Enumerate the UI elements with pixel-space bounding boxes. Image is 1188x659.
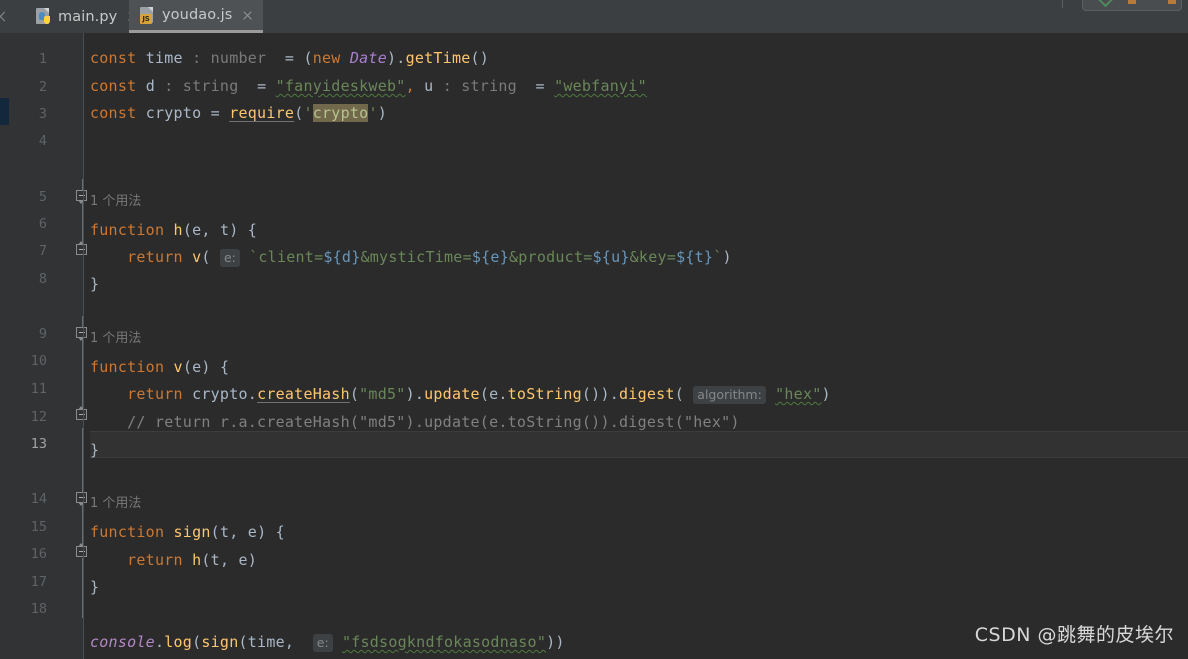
code-line-7: } [90, 275, 100, 293]
line-number: 14 [30, 491, 47, 507]
line-number: 15 [30, 519, 47, 535]
line-number: 4 [38, 133, 47, 149]
code-line-16: } [90, 578, 100, 596]
line-number: 7 [38, 243, 47, 259]
line-number-gutter[interactable]: 1 2 3 4 5 6 7 8 9 10 11 12 13 14 15 16 1… [10, 33, 83, 659]
line-number: 17 [30, 574, 47, 590]
code-line-3: const crypto = require('crypto') [90, 104, 387, 122]
line-number: 12 [30, 409, 47, 425]
tab-label: main.py [58, 8, 118, 25]
code-editor[interactable]: 1 2 3 4 5 6 7 8 9 10 11 12 13 14 15 16 1… [0, 33, 1188, 659]
code-line-15: return h(t, e) [127, 551, 258, 569]
line-number: 10 [30, 353, 47, 369]
line-number: 11 [30, 381, 47, 397]
gutter-divider [83, 33, 84, 659]
line-number: 5 [38, 189, 47, 205]
comment-text: // return r.a.createHash("md5").update(e… [127, 413, 740, 431]
inlay-hint-e[interactable]: e: [219, 249, 240, 267]
usage-hint-v[interactable]: 1 个用法 [90, 327, 141, 351]
inlay-hint-e[interactable]: e: [312, 634, 333, 652]
toolbar-stub [1040, 0, 1188, 11]
orange-square-icon [1168, 0, 1176, 4]
ide-window: main.py JS youdao.js 1 2 3 4 5 6 7 8 9 1… [0, 0, 1188, 659]
code-line-11: // return r.a.createHash("md5").update(e… [90, 409, 740, 436]
code-line-9: function v(e) { [90, 358, 230, 376]
csdn-watermark: CSDN @跳舞的皮埃尔 [974, 624, 1174, 646]
line-number: 2 [38, 79, 47, 95]
code-line-12: } [90, 441, 100, 459]
inlay-hint-algorithm[interactable]: algorithm: [693, 386, 766, 404]
usage-hint-sign[interactable]: 1 个用法 [90, 492, 141, 516]
code-line-2: const d : string = "fanyideskweb", u : s… [90, 77, 647, 95]
code-line-6: return v( e: `client=${d}&mysticTime=${e… [127, 248, 732, 267]
tab-label: youdao.js [162, 7, 233, 23]
line-number: 8 [38, 271, 47, 287]
tab-scroll-left[interactable] [0, 0, 10, 33]
orange-square-icon [1128, 0, 1136, 4]
code-text-area[interactable]: const time : number = (new Date).getTime… [90, 33, 1188, 659]
line-number: 16 [30, 546, 47, 562]
usage-hint-h[interactable]: 1 个用法 [90, 190, 141, 214]
line-number: 1 [38, 51, 47, 67]
line-number-current: 13 [30, 436, 47, 452]
toolbar-divider [1062, 0, 1063, 8]
close-icon[interactable] [241, 9, 254, 22]
tab-youdao-js[interactable]: JS youdao.js [129, 0, 264, 33]
python-file-icon [35, 8, 51, 25]
line-number: 18 [30, 601, 47, 617]
code-line-18: console.log(sign(time, e: "fsdsogkndfoka… [90, 633, 565, 652]
line-number: 3 [38, 106, 47, 122]
line-number: 6 [38, 216, 47, 232]
javascript-file-icon: JS [139, 6, 155, 24]
code-line-14: function sign(t, e) { [90, 523, 285, 541]
chevron-left-icon [0, 11, 10, 22]
code-line-5: function h(e, t) { [90, 221, 258, 239]
code-line-1: const time : number = (new Date).getTime… [90, 49, 490, 67]
line-number: 9 [38, 326, 47, 342]
code-line-10: return crypto.createHash("md5").update(e… [127, 385, 831, 404]
editor-tab-bar: main.py JS youdao.js [0, 0, 1188, 33]
